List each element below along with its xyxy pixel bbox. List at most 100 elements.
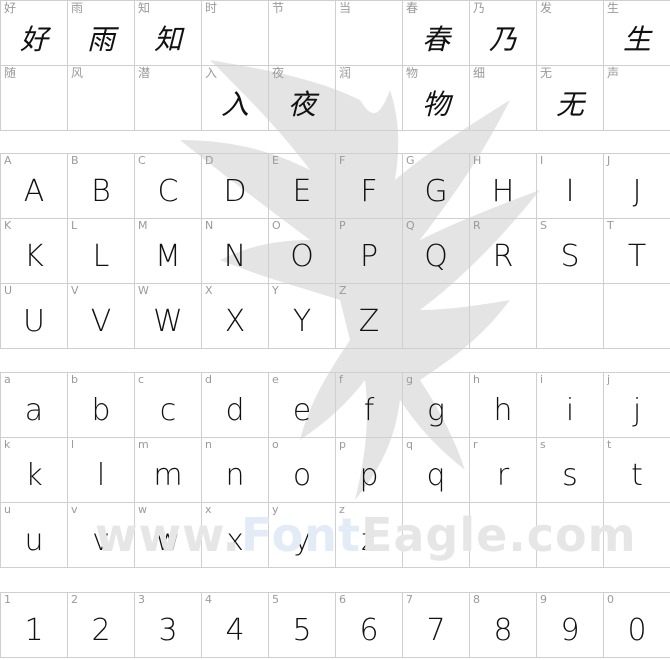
glyph-cell xyxy=(402,283,470,349)
cell-label: 无 xyxy=(540,66,553,80)
cell-glyph xyxy=(471,80,536,126)
glyph-cell: XX xyxy=(201,283,269,349)
glyph-cell: 55 xyxy=(268,592,336,658)
glyph-cell: 66 xyxy=(335,592,403,658)
cell-glyph: 春 xyxy=(421,23,450,56)
cell-glyph xyxy=(203,15,268,61)
glyph-cell: ee xyxy=(268,372,336,438)
cell-label: B xyxy=(71,154,79,167)
glyph-cell: 11 xyxy=(0,592,68,658)
glyph-cell: vv xyxy=(67,502,135,568)
glyph-cell: 33 xyxy=(134,592,202,658)
glyph-cell: hh xyxy=(469,372,537,438)
cell-glyph: T xyxy=(627,238,647,274)
glyph-cell: ff xyxy=(335,372,403,438)
cell-glyph: v xyxy=(92,522,110,558)
glyph-cell: gg xyxy=(402,372,470,438)
cell-label: t xyxy=(607,438,612,451)
cell-label: 乃 xyxy=(473,1,486,15)
cell-glyph: Q xyxy=(424,238,448,274)
cell-glyph: 好 xyxy=(19,23,48,56)
glyph-cell: 节 xyxy=(268,0,336,66)
cell-label: w xyxy=(138,503,147,516)
cell-glyph: s xyxy=(562,457,578,493)
cell-label: g xyxy=(406,373,413,386)
glyph-cell: 风 xyxy=(67,65,135,131)
cell-glyph xyxy=(136,80,201,126)
cell-label: J xyxy=(607,154,611,167)
glyph-cell: uu xyxy=(0,502,68,568)
cell-glyph: 5 xyxy=(292,612,312,648)
glyph-cell: 春春 xyxy=(402,0,470,66)
glyph-cell xyxy=(469,283,537,349)
cell-glyph: q xyxy=(426,457,446,493)
cell-glyph: P xyxy=(359,238,379,274)
cell-glyph: U xyxy=(23,303,45,339)
glyph-cell: NN xyxy=(201,218,269,284)
glyph-cell: oo xyxy=(268,437,336,503)
glyph-cell: HH xyxy=(469,153,537,219)
cell-glyph: 知 xyxy=(153,23,182,56)
cell-glyph: z xyxy=(361,522,377,558)
glyph-cell: 发 xyxy=(536,0,604,66)
cell-label: K xyxy=(4,219,12,232)
cell-glyph: K xyxy=(24,238,44,274)
glyph-cell: rr xyxy=(469,437,537,503)
cell-label: 雨 xyxy=(71,1,84,15)
chinese-row-1: 好好 雨雨 知知 时 节 当 春春 乃乃 发 生生 xyxy=(0,0,670,66)
cell-glyph: t xyxy=(631,457,643,493)
cell-glyph: 4 xyxy=(225,612,245,648)
cell-label: v xyxy=(71,503,78,516)
cell-label: n xyxy=(205,438,212,451)
glyph-cell: 声 xyxy=(603,65,670,131)
cell-glyph: 物 xyxy=(421,88,450,121)
cell-label: L xyxy=(71,219,78,232)
glyph-cell: aa xyxy=(0,372,68,438)
cell-glyph: L xyxy=(92,238,110,274)
cell-label: Q xyxy=(406,219,415,232)
font-preview-sheet: 好好 雨雨 知知 时 节 当 春春 乃乃 发 生生 随 风 潜 入入 夜夜 润 … xyxy=(0,0,670,660)
glyph-cell: dd xyxy=(201,372,269,438)
glyph-cell: 好好 xyxy=(0,0,68,66)
uppercase-row-2: KK LL MM NN OO PP QQ RR SS TT xyxy=(0,218,670,284)
glyph-cell: SS xyxy=(536,218,604,284)
cell-glyph: O xyxy=(290,238,314,274)
cell-glyph: G xyxy=(424,173,448,209)
glyph-cell: TT xyxy=(603,218,670,284)
glyph-cell: tt xyxy=(603,437,670,503)
cell-label: P xyxy=(339,219,346,232)
glyph-cell: VV xyxy=(67,283,135,349)
cell-glyph: m xyxy=(153,457,183,493)
cell-label: C xyxy=(138,154,146,167)
cell-label: 好 xyxy=(4,1,17,15)
cell-label: j xyxy=(607,373,611,386)
cell-glyph: p xyxy=(359,457,379,493)
glyph-cell: pp xyxy=(335,437,403,503)
cell-label: 春 xyxy=(406,1,419,15)
cell-label: o xyxy=(272,438,279,451)
cell-glyph: N xyxy=(223,238,247,274)
cell-glyph xyxy=(2,80,67,126)
cell-label: 3 xyxy=(138,593,145,606)
cell-glyph: E xyxy=(292,173,312,209)
glyph-cell: CC xyxy=(134,153,202,219)
cell-label: 细 xyxy=(473,66,486,80)
cell-glyph: C xyxy=(157,173,179,209)
glyph-cell: 22 xyxy=(67,592,135,658)
glyph-cell: YY xyxy=(268,283,336,349)
cell-label: 生 xyxy=(607,1,620,15)
glyph-cell: yy xyxy=(268,502,336,568)
cell-glyph: h xyxy=(493,392,513,428)
cell-glyph xyxy=(270,15,335,61)
cell-label: 当 xyxy=(339,1,352,15)
cell-label: H xyxy=(473,154,482,167)
cell-label: e xyxy=(272,373,279,386)
cell-label: F xyxy=(339,154,346,167)
glyph-cell: ll xyxy=(67,437,135,503)
cell-label: Y xyxy=(272,284,279,297)
cell-label: x xyxy=(205,503,212,516)
glyph-cell xyxy=(402,502,470,568)
cell-label: D xyxy=(205,154,214,167)
glyph-cell xyxy=(603,502,670,568)
cell-glyph: 夜 xyxy=(287,88,316,121)
